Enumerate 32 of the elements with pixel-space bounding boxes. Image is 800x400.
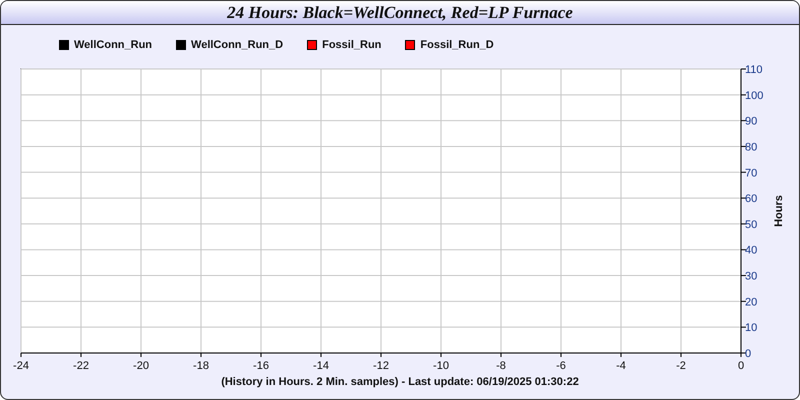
legend-label: WellConn_Run_D [191, 39, 284, 51]
y-tick-label: 90 [745, 116, 758, 128]
x-tick-label: -10 [433, 360, 449, 371]
y-tick-label: 50 [745, 218, 758, 231]
legend-label: Fossil_Run [322, 39, 382, 51]
y-axis-title: Hours [773, 195, 785, 227]
y-tick-label: 80 [745, 141, 758, 154]
x-tick-label: -18 [193, 360, 209, 371]
x-tick-label: 0 [738, 360, 744, 371]
y-tick-label: 0 [745, 348, 752, 360]
x-tick-label: -2 [676, 360, 686, 371]
y-tick-label: 100 [745, 90, 764, 102]
chart-title: 24 Hours: Black=WellConnect, Red=LP Furnace [1, 1, 799, 25]
y-tick-label: 20 [745, 296, 758, 308]
x-tick-label: -12 [373, 360, 389, 371]
x-axis-title: (History in Hours. 2 Min. samples) - Last update: 06/19/2025 01:30:22 [221, 376, 579, 388]
x-tick-label: -20 [133, 360, 149, 371]
x-tick-label: -22 [73, 360, 89, 371]
y-tick-label: 60 [745, 193, 758, 206]
x-tick-label: -24 [13, 360, 29, 371]
legend-label: Fossil_Run_D [420, 39, 494, 51]
x-tick-label: -6 [556, 360, 566, 371]
y-tick-label: 40 [745, 244, 758, 257]
y-tick-label: 70 [745, 167, 758, 180]
x-tick-label: -4 [616, 360, 626, 371]
y-tick-label: 10 [745, 322, 758, 334]
x-tick-label: -14 [313, 360, 329, 371]
y-tick-label: 110 [745, 64, 763, 76]
x-tick-label: -8 [496, 360, 506, 371]
y-tick-label: 30 [745, 270, 758, 283]
x-tick-label: -16 [253, 360, 269, 371]
legend-label: WellConn_Run [74, 39, 152, 51]
